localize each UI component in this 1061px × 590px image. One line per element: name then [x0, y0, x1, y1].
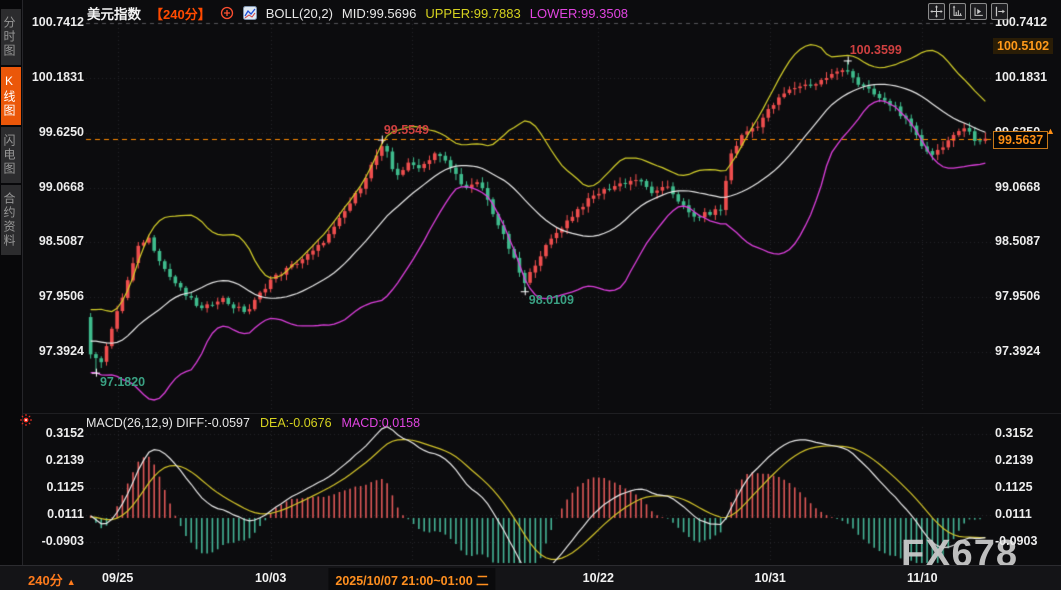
chart-toolbar — [928, 3, 1008, 20]
axis-play-icon — [972, 5, 985, 18]
macd-param-diff-value: MACD(26,12,9) DIFF:-0.0597 — [86, 416, 250, 430]
panel-divider — [22, 413, 1061, 414]
period-selector-label: 240分 — [28, 573, 63, 588]
boll-mid-value: MID:99.5696 — [342, 6, 416, 21]
macd-value: MACD:0.0158 — [342, 416, 421, 430]
playback-tool-button[interactable] — [970, 3, 987, 20]
sidebar-item-contract-info[interactable]: 合约资料 — [1, 185, 21, 255]
dea-value: DEA:-0.0676 — [260, 416, 332, 430]
sidebar: 分时图K线图闪电图合约资料 — [0, 0, 23, 565]
last-price-badge: 99.5637 — [993, 131, 1048, 149]
axis-scale-icon — [951, 5, 964, 18]
live-alert-icon — [19, 413, 33, 427]
x-axis-date: 10/22 — [583, 571, 614, 585]
bottom-bar: 240分 ▲ 2025/10/07 21:00~01:00 二 09/25 10/0… — [0, 565, 1061, 590]
add-indicator-icon[interactable] — [220, 6, 234, 20]
sidebar-items: 分时图K线图闪电图合约资料 — [0, 9, 22, 255]
scale-tool-button[interactable] — [949, 3, 966, 20]
x-axis-date: 10/03 — [255, 571, 286, 585]
symbol-title: 美元指数 — [87, 3, 141, 23]
boll-upper-value: UPPER:99.7883 — [425, 6, 520, 21]
crosshair-move-icon — [930, 5, 943, 18]
boll-lower-value: LOWER:99.3508 — [530, 6, 628, 21]
exit-panel-icon — [993, 5, 1006, 18]
trading-app: 分时图K线图闪电图合约资料 美元指数 【240分】 BOLL(20,2) MID… — [0, 0, 1061, 590]
chart-canvas[interactable] — [0, 0, 1061, 590]
macd-header: MACD(26,12,9) DIFF:-0.0597 DEA:-0.0676 M… — [86, 416, 420, 430]
crosshair-date-box: 2025/10/07 21:00~01:00 二 — [328, 568, 495, 590]
price-up-arrow-icon: ▲ — [1046, 126, 1055, 136]
x-axis-date: 09/25 — [102, 571, 133, 585]
session-high-badge: 100.5102 — [993, 38, 1053, 54]
x-axis-date: 11/10 — [907, 571, 938, 585]
sidebar-item-kline-chart[interactable]: K线图 — [1, 67, 21, 125]
exit-tool-button[interactable] — [991, 3, 1008, 20]
sidebar-item-flash-chart[interactable]: 闪电图 — [1, 127, 21, 183]
period-selector[interactable]: 240分 ▲ — [28, 570, 76, 589]
x-axis-date: 10/31 — [755, 571, 786, 585]
boll-label: BOLL(20,2) — [266, 6, 333, 21]
kline-style-icon[interactable] — [243, 6, 257, 20]
sidebar-item-time-share-chart[interactable]: 分时图 — [1, 9, 21, 65]
period-label[interactable]: 【240分】 — [150, 4, 211, 23]
main-chart-header: 美元指数 【240分】 BOLL(20,2) MID:99.5696 UPPER… — [87, 3, 628, 23]
period-arrow-icon: ▲ — [67, 577, 76, 587]
pan-tool-button[interactable] — [928, 3, 945, 20]
